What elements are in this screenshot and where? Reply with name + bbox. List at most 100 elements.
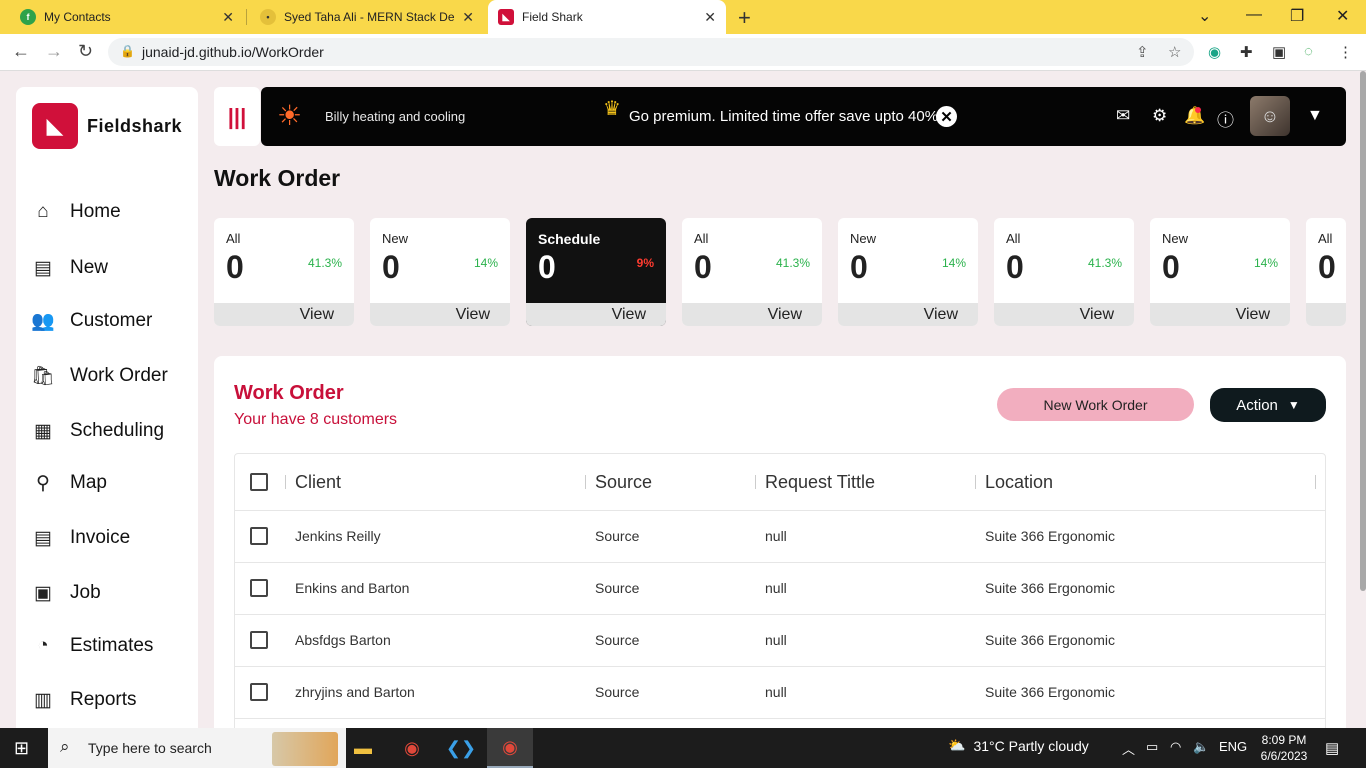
sidebar-item-work-order[interactable]: 🛍 Work Order xyxy=(31,361,168,391)
language-indicator[interactable]: ENG xyxy=(1219,739,1247,754)
stat-view-link[interactable]: View xyxy=(1150,303,1290,326)
column-divider[interactable] xyxy=(585,475,586,489)
minimize-icon[interactable]: — xyxy=(1246,6,1262,24)
page-scrollbar[interactable] xyxy=(1360,71,1366,591)
sidebar-item-map[interactable]: ⚲ Map xyxy=(32,468,107,498)
work-order-panel: Work Order Your have 8 customers New Wor… xyxy=(214,356,1346,728)
cell-client: Absfdgs Barton xyxy=(295,632,391,648)
row-checkbox[interactable] xyxy=(250,527,268,545)
stat-view-link[interactable]: View xyxy=(370,303,510,326)
vscode-icon[interactable]: ❮❯ xyxy=(438,728,484,768)
browser-tab-my-contacts[interactable]: f My Contacts ✕ xyxy=(8,0,244,34)
browser-tab-field-shark[interactable]: ◣ Field Shark ✕ xyxy=(488,0,726,34)
notifications-icon[interactable]: ▤ xyxy=(1325,739,1339,757)
select-all-checkbox[interactable] xyxy=(250,473,268,491)
reload-icon[interactable]: ↻ xyxy=(78,41,93,62)
row-checkbox[interactable] xyxy=(250,631,268,649)
column-divider[interactable] xyxy=(755,475,756,489)
volume-icon[interactable]: 🔈 xyxy=(1193,739,1209,755)
stat-percent: 41.3% xyxy=(1087,256,1122,270)
row-checkbox[interactable] xyxy=(250,579,268,597)
mail-icon[interactable]: ✉ xyxy=(1116,106,1130,126)
chrome-active-icon[interactable]: ◉ xyxy=(487,728,533,768)
extensions-puzzle-icon[interactable]: ✚ xyxy=(1240,43,1253,61)
sidebar-item-reports[interactable]: ▥ Reports xyxy=(32,685,137,715)
estimates-icon: ◔ xyxy=(37,635,49,656)
caret-down-icon[interactable]: ▼ xyxy=(1307,107,1323,125)
column-header-request-title[interactable]: Request Tittle xyxy=(765,472,875,493)
sidebar-item-customer[interactable]: 👥 Customer xyxy=(31,306,152,336)
table-row[interactable]: Absfdgs Barton Source null Suite 366 Ergono… xyxy=(235,615,1325,667)
taskbar-search-box[interactable]: ⌕ Type here to search xyxy=(48,728,346,768)
address-bar[interactable]: 🔒 junaid-jd.github.io/WorkOrder ⇪ ☆ xyxy=(108,38,1194,66)
stat-view-link[interactable]: View xyxy=(994,303,1134,326)
cell-request: null xyxy=(765,580,787,596)
action-label: Action xyxy=(1236,396,1278,414)
promo-text[interactable]: Go premium. Limited time offer save upto… xyxy=(629,108,942,125)
chevron-up-icon[interactable]: ︿ xyxy=(1122,739,1135,758)
lock-icon[interactable]: 🔒 xyxy=(120,44,135,58)
fieldshark-logo[interactable]: ◣ Fieldshark xyxy=(32,103,182,149)
restore-icon[interactable]: ❐ xyxy=(1290,6,1304,26)
avatar[interactable]: ☺ xyxy=(1250,96,1290,136)
table-row[interactable]: Jenkins Reilly Source null Suite 366 Ergono… xyxy=(235,511,1325,563)
column-divider[interactable] xyxy=(1315,475,1316,489)
close-window-icon[interactable]: ✕ xyxy=(1336,6,1349,26)
profile-loading-icon[interactable]: ◌ xyxy=(1304,43,1313,60)
clock[interactable]: 8:09 PM 6/6/2023 xyxy=(1254,732,1314,764)
stat-view-link[interactable]: View xyxy=(214,303,354,326)
chevron-down-icon[interactable]: ⌄ xyxy=(1198,6,1211,26)
more-menu-icon[interactable]: ⋮ xyxy=(1338,43,1353,61)
browser-tab-syed-taha-ali[interactable]: • Syed Taha Ali - MERN Stack Deve ✕ xyxy=(248,0,484,34)
stat-view-link[interactable]: View xyxy=(682,303,822,326)
bookmark-star-icon[interactable]: ☆ xyxy=(1168,43,1181,61)
sidebar-item-job[interactable]: ▣ Job xyxy=(32,578,101,608)
back-arrow-icon[interactable]: ← xyxy=(12,41,30,62)
contacts-favicon-icon: f xyxy=(20,9,36,25)
forward-arrow-icon[interactable]: → xyxy=(45,41,63,62)
action-dropdown-button[interactable]: Action ▼ xyxy=(1210,388,1326,422)
cell-request: null xyxy=(765,528,787,544)
table-row[interactable]: zhryjins and Barton Source null Suite 366 E… xyxy=(235,667,1325,719)
stat-view-link[interactable] xyxy=(1306,303,1346,326)
windows-start-icon[interactable]: ⊞ xyxy=(14,738,29,759)
wifi-icon[interactable]: ◠ xyxy=(1170,739,1181,755)
cell-client: Enkins and Barton xyxy=(295,580,410,596)
new-work-order-button[interactable]: New Work Order xyxy=(997,388,1194,421)
close-icon[interactable]: ✕ xyxy=(222,9,234,26)
column-header-source[interactable]: Source xyxy=(595,472,652,493)
sidebar-item-scheduling[interactable]: ▦ Scheduling xyxy=(32,416,164,446)
settings-gear-icon[interactable]: ⚙ xyxy=(1152,106,1167,126)
close-icon[interactable]: ✕ xyxy=(462,9,474,26)
file-explorer-icon[interactable]: ▬ xyxy=(340,728,386,768)
new-tab-plus-icon[interactable]: + xyxy=(738,5,751,31)
sidebar-item-estimates[interactable]: ◔ Estimates xyxy=(32,631,153,661)
stat-view-link[interactable]: View xyxy=(838,303,978,326)
side-panel-icon[interactable]: ▣ xyxy=(1272,43,1286,61)
profile-favicon-icon: • xyxy=(260,9,276,25)
chrome-icon[interactable]: ◉ xyxy=(389,728,435,768)
share-icon[interactable]: ⇪ xyxy=(1136,43,1149,61)
clock-date: 6/6/2023 xyxy=(1260,749,1308,763)
battery-icon[interactable]: ▭ xyxy=(1146,739,1158,755)
promo-close-icon[interactable]: ✕ xyxy=(936,106,957,127)
column-divider[interactable] xyxy=(975,475,976,489)
stat-label: New xyxy=(850,231,877,246)
info-icon[interactable]: ⓘ xyxy=(1217,106,1234,131)
stat-value: 0 xyxy=(694,249,712,285)
close-icon[interactable]: ✕ xyxy=(704,9,716,26)
search-highlight-image[interactable] xyxy=(272,732,338,766)
menu-toggle-icon[interactable]: ||| xyxy=(214,87,260,146)
url-text[interactable]: junaid-jd.github.io/WorkOrder xyxy=(142,44,324,60)
weather-widget[interactable]: ⛅ 31°C Partly cloudy xyxy=(948,737,1089,754)
stat-view-link[interactable]: View xyxy=(526,303,666,326)
sidebar-item-new[interactable]: ▤ New xyxy=(32,253,108,283)
grammarly-extension-icon[interactable]: ◉ xyxy=(1208,43,1221,61)
stat-label: Schedule xyxy=(538,231,601,247)
sidebar-item-invoice[interactable]: ▤ Invoice xyxy=(32,523,130,553)
column-header-client[interactable]: Client xyxy=(295,472,341,493)
table-row[interactable]: Enkins and Barton Source null Suite 366 Erg… xyxy=(235,563,1325,615)
row-checkbox[interactable] xyxy=(250,683,268,701)
column-header-location[interactable]: Location xyxy=(985,472,1053,493)
sidebar-item-home[interactable]: ⌂ Home xyxy=(32,197,120,227)
